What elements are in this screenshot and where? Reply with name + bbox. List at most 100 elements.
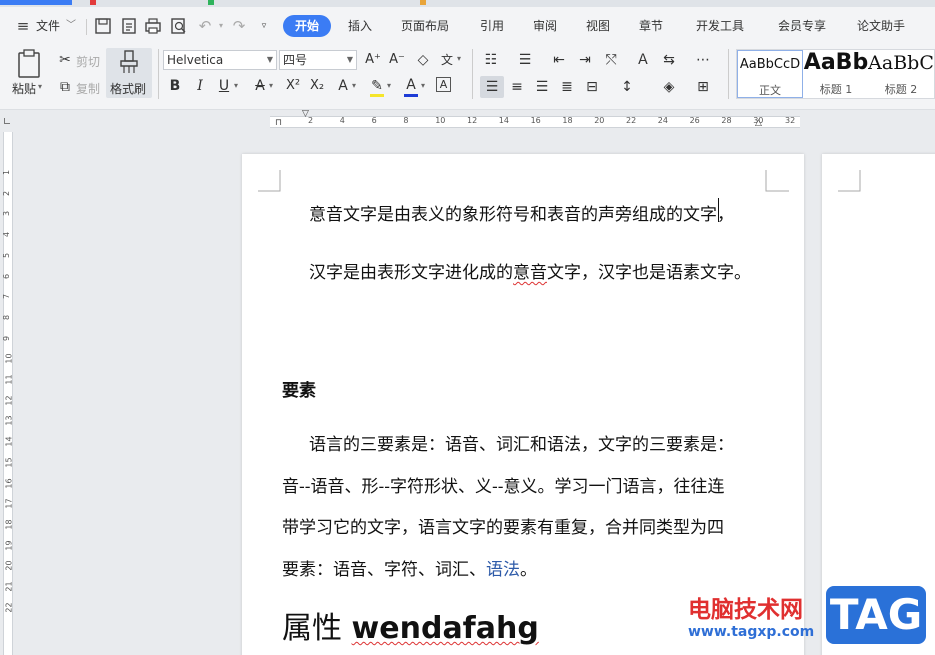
- tab-developer[interactable]: 开发工具: [696, 15, 744, 37]
- tab-review[interactable]: 审阅: [533, 15, 557, 37]
- paragraph-line-1[interactable]: 意音文字是由表义的象形符号和表音的声旁组成的文字，: [309, 200, 734, 225]
- ruler-number: 1: [2, 169, 12, 176]
- paragraph-line-2[interactable]: 汉字是由表形文字进化成的意音文字，汉字也是语素文字。: [309, 258, 751, 283]
- tab-page-layout[interactable]: 页面布局: [401, 15, 449, 37]
- body-line[interactable]: 语言的三要素是：语音、词汇和语法，文字的三要素是：: [309, 430, 734, 455]
- strikethrough-icon[interactable]: A: [251, 77, 269, 95]
- text-effect-dropdown-icon[interactable]: ▾: [352, 81, 356, 90]
- horizontal-ruler[interactable]: 2 4 6 8 10 12 14 16 18 20 22 24 26 28 30 32 ⊓ ▽ △: [0, 109, 935, 132]
- tab-home[interactable]: 开始: [283, 15, 331, 37]
- text-run: 文字，汉字也是语素文字。: [547, 263, 751, 283]
- chinese-layout-icon[interactable]: ⤲: [602, 51, 620, 69]
- phonetic-dropdown-icon[interactable]: ▾: [457, 54, 461, 63]
- highlight-icon[interactable]: ✎: [368, 77, 386, 95]
- decrease-indent-icon[interactable]: ⇤: [550, 51, 568, 69]
- save-icon[interactable]: [94, 17, 112, 35]
- bold-icon[interactable]: B: [166, 77, 184, 95]
- ruler-number: 22: [626, 116, 637, 125]
- section-heading[interactable]: 要素: [282, 376, 316, 401]
- phonetic-guide-icon[interactable]: 文: [438, 51, 456, 69]
- highlight-dropdown-icon[interactable]: ▾: [387, 81, 391, 90]
- style-heading1-sample: AaBb: [803, 50, 869, 75]
- print-icon[interactable]: [144, 17, 162, 35]
- subscript-icon[interactable]: X₂: [308, 77, 326, 95]
- window-tab-strip: [0, 0, 935, 7]
- numbered-list-icon[interactable]: ☰: [516, 51, 534, 69]
- print-preview-icon[interactable]: [170, 17, 188, 35]
- vertical-ruler[interactable]: 1 2 3 4 5 6 7 8 9 10 11 12 13 14 15 16 17 18 19 20 21 22: [0, 132, 16, 655]
- underline-dropdown-icon[interactable]: ▾: [234, 81, 238, 90]
- font-color-dropdown-icon[interactable]: ▾: [421, 81, 425, 90]
- font-name-select[interactable]: Helvetica ▼: [163, 50, 277, 70]
- bullet-list-icon[interactable]: ☷: [482, 51, 500, 69]
- redo-icon[interactable]: ↷: [230, 17, 248, 35]
- scissors-icon[interactable]: ✂: [56, 51, 74, 69]
- superscript-icon[interactable]: X²: [284, 77, 302, 95]
- tab-thesis-assistant[interactable]: 论文助手: [857, 15, 905, 37]
- ribbon-toolbar: 粘贴 ▾ ✂ 剪切 ⧉ 复制 格式刷 Helvetica ▼ 四号 ▼ A⁺ A…: [0, 45, 935, 110]
- body-line[interactable]: 要素：语音、字符、词汇、语法。: [282, 555, 537, 580]
- ruler-number: 10: [4, 353, 14, 364]
- ruler-number: 10: [435, 116, 446, 125]
- format-painter-button[interactable]: 格式刷: [106, 48, 152, 98]
- ruler-number: 21: [4, 581, 14, 592]
- export-pdf-icon[interactable]: [120, 17, 138, 35]
- align-right-icon[interactable]: ☰: [533, 78, 551, 96]
- ruler-number: 11: [4, 374, 14, 385]
- hamburger-menu-icon[interactable]: ≡: [14, 17, 32, 35]
- shading-icon[interactable]: ◈: [660, 78, 678, 96]
- style-heading2[interactable]: AaBbC 标题 2: [867, 50, 935, 98]
- text-effect-icon[interactable]: A: [334, 77, 352, 95]
- clear-format-icon[interactable]: ◇: [414, 51, 432, 69]
- underline-icon[interactable]: U: [215, 77, 233, 95]
- grow-font-icon[interactable]: A⁺: [364, 51, 382, 69]
- distribute-icon[interactable]: ⊟: [583, 78, 601, 96]
- undo-dropdown-icon[interactable]: ▾: [212, 17, 230, 35]
- paste-dropdown-icon[interactable]: ▾: [38, 82, 42, 91]
- tab-chapter[interactable]: 章节: [639, 15, 663, 37]
- align-left-icon[interactable]: ☰: [483, 78, 501, 96]
- styles-gallery: AaBbCcD 正文 AaBb 标题 1 AaBbC 标题 2: [736, 49, 935, 99]
- font-size-select[interactable]: 四号 ▼: [279, 50, 357, 70]
- left-indent-marker[interactable]: ⊓: [275, 118, 282, 128]
- first-line-indent-marker[interactable]: ▽: [302, 109, 309, 119]
- paste-icon[interactable]: [16, 49, 42, 79]
- sort-icon[interactable]: ⇆: [660, 51, 678, 69]
- character-border-icon[interactable]: A: [436, 77, 451, 92]
- ruler-number: 24: [657, 116, 668, 125]
- copy-button[interactable]: 复制: [76, 80, 100, 97]
- right-indent-marker[interactable]: △: [755, 118, 762, 128]
- file-menu-chevron-icon[interactable]: ﹀: [66, 15, 76, 37]
- tab-selector-icon[interactable]: [4, 118, 10, 124]
- show-marks-icon[interactable]: ⋯: [694, 51, 712, 69]
- style-heading2-name: 标题 2: [884, 83, 918, 96]
- tab-edge-green: [208, 0, 214, 5]
- line-spacing-icon[interactable]: ↕: [618, 78, 636, 96]
- heading-2[interactable]: 属性 wendafahg: [282, 603, 539, 647]
- paste-button[interactable]: 粘贴: [12, 80, 36, 97]
- cut-button[interactable]: 剪切: [76, 53, 100, 70]
- divider: [728, 49, 729, 99]
- next-page[interactable]: [822, 154, 935, 655]
- text-direction-icon[interactable]: Ａ: [634, 51, 652, 69]
- style-normal[interactable]: AaBbCcD 正文: [737, 50, 803, 98]
- ruler-number: 14: [498, 116, 509, 125]
- increase-indent-icon[interactable]: ⇥: [576, 51, 594, 69]
- body-line[interactable]: 带学习它的文字，语言文字的要素有重复，合并同类型为四: [282, 513, 724, 538]
- body-line[interactable]: 音--语音、形--字符形状、义--意义。学习一门语言，往往连: [282, 472, 724, 497]
- italic-icon[interactable]: I: [191, 77, 209, 95]
- tab-references[interactable]: 引用: [480, 15, 504, 37]
- tab-view[interactable]: 视图: [586, 15, 610, 37]
- tab-member[interactable]: 会员专享: [778, 15, 826, 37]
- borders-icon[interactable]: ⊞: [694, 78, 712, 96]
- file-menu[interactable]: 文件: [36, 15, 60, 37]
- customize-toolbar-icon[interactable]: ▿: [255, 17, 273, 35]
- style-heading1[interactable]: AaBb 标题 1: [803, 50, 869, 98]
- justify-icon[interactable]: ≣: [558, 78, 576, 96]
- strikethrough-dropdown-icon[interactable]: ▾: [269, 81, 273, 90]
- align-center-icon[interactable]: ≡: [508, 78, 526, 96]
- font-color-icon[interactable]: A: [402, 76, 420, 94]
- tab-insert[interactable]: 插入: [348, 15, 372, 37]
- copy-icon[interactable]: ⧉: [56, 78, 74, 96]
- shrink-font-icon[interactable]: A⁻: [388, 51, 406, 69]
